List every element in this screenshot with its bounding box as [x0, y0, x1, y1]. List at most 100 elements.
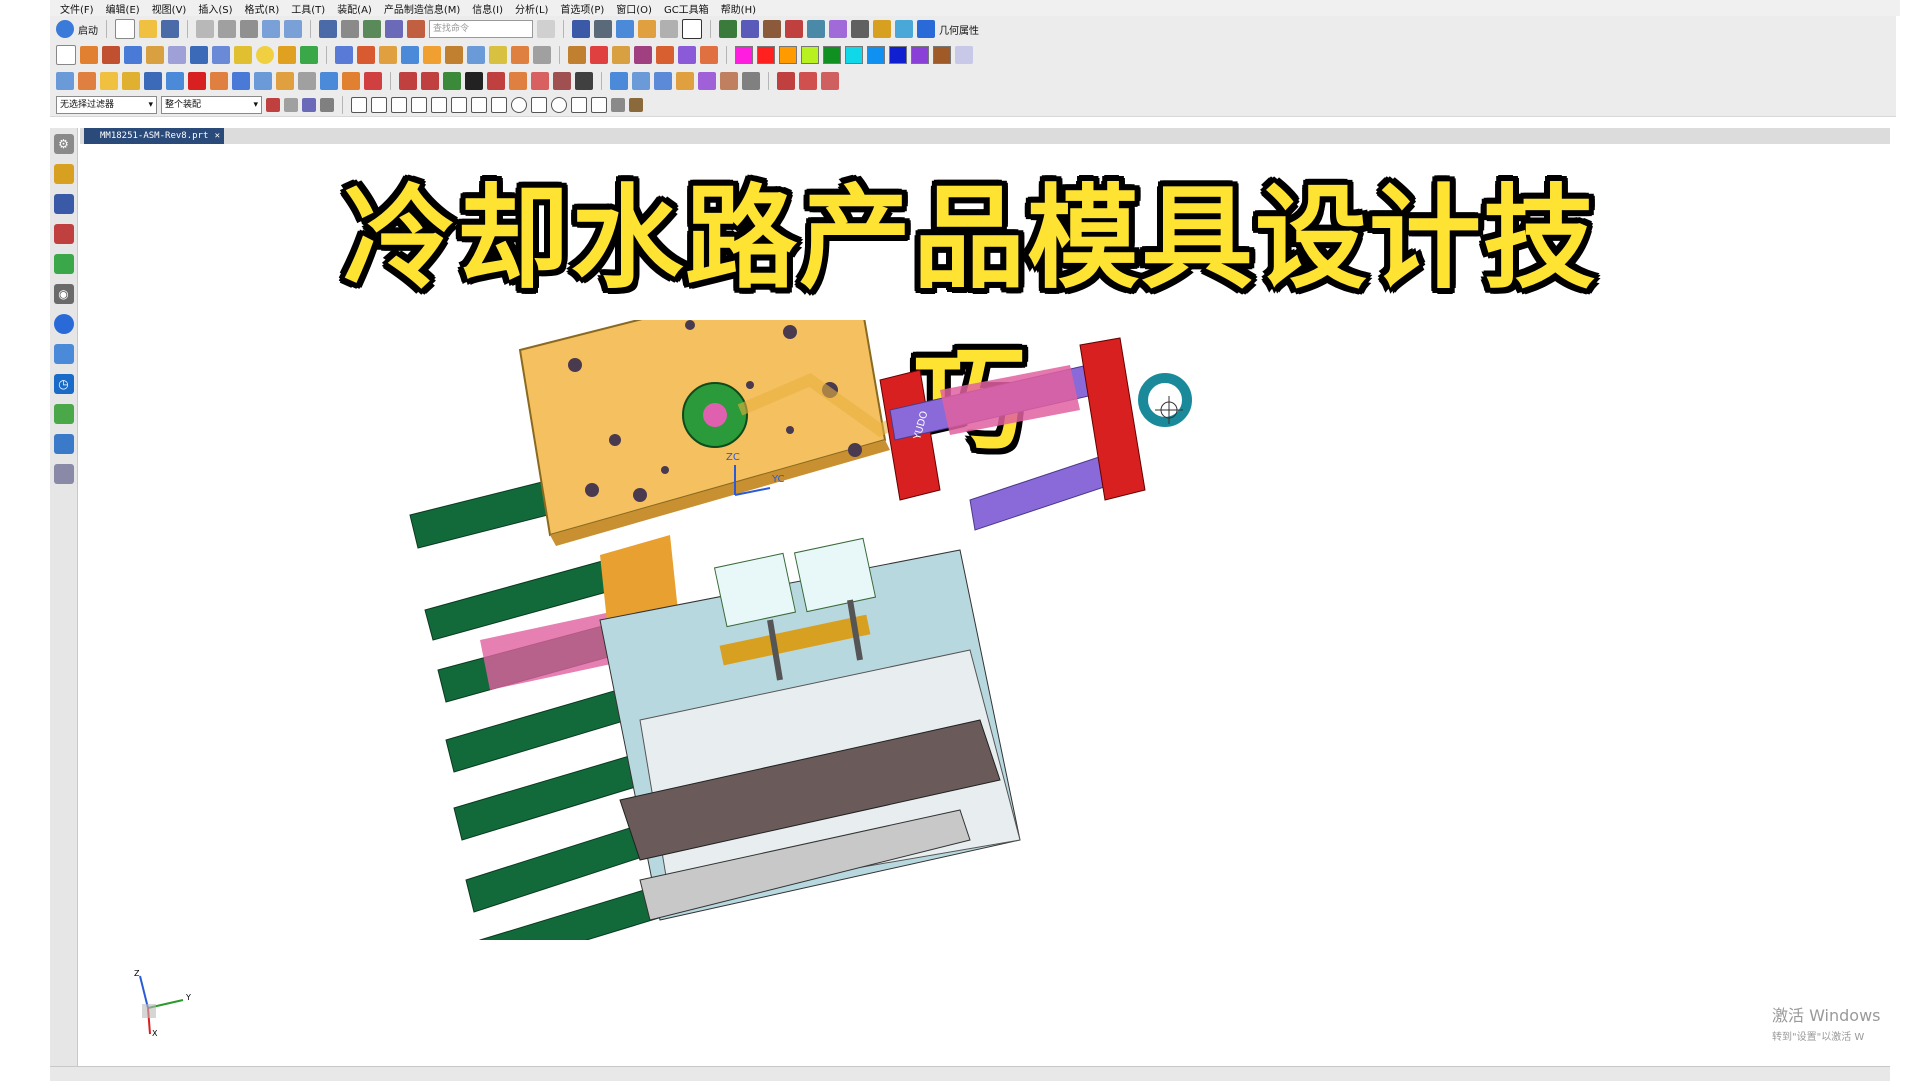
select-all-icon[interactable] — [302, 98, 316, 112]
cut-icon[interactable] — [196, 20, 214, 38]
extract-icon[interactable] — [100, 72, 118, 90]
visualization-icon[interactable]: ◉ — [53, 284, 74, 304]
curve-icon[interactable] — [56, 72, 74, 90]
subtract-icon[interactable] — [511, 46, 529, 64]
line-icon[interactable] — [399, 72, 417, 90]
component-icon[interactable] — [741, 20, 759, 38]
extrude-icon[interactable] — [80, 46, 98, 64]
join-curve-icon[interactable] — [553, 72, 571, 90]
color-swatch-magenta[interactable] — [735, 46, 753, 64]
assembly-navigator-icon[interactable] — [53, 164, 74, 184]
surface-icon[interactable] — [276, 72, 294, 90]
snap-quadrant-icon[interactable] — [451, 97, 467, 113]
face-blend-icon[interactable] — [821, 72, 839, 90]
split-body-icon[interactable] — [423, 46, 441, 64]
start-icon[interactable] — [56, 20, 74, 38]
part-navigator-icon[interactable] — [53, 224, 74, 244]
print-icon[interactable] — [341, 20, 359, 38]
menu-insert[interactable]: 插入(S) — [198, 1, 232, 16]
system-materials-icon[interactable] — [53, 404, 74, 424]
ellipse-icon[interactable] — [254, 72, 272, 90]
cone-icon[interactable] — [168, 46, 186, 64]
pad-icon[interactable] — [256, 46, 274, 64]
snap-on-surface-icon[interactable] — [591, 97, 607, 113]
slider-icon[interactable] — [634, 46, 652, 64]
internet-browser-icon[interactable] — [53, 314, 74, 334]
snap-point-icon[interactable] — [471, 97, 487, 113]
xsection-icon[interactable] — [364, 72, 382, 90]
reuse-library-icon[interactable] — [53, 254, 74, 274]
point-icon[interactable] — [298, 72, 316, 90]
hole-icon[interactable] — [212, 46, 230, 64]
snap-center-icon[interactable] — [431, 97, 447, 113]
constraint-navigator-icon[interactable] — [53, 194, 74, 214]
window-icon[interactable] — [385, 20, 403, 38]
thicken-icon[interactable] — [720, 72, 738, 90]
cube-view-icon[interactable] — [616, 20, 634, 38]
copy-icon[interactable] — [218, 20, 236, 38]
menu-tools[interactable]: 工具(T) — [291, 1, 325, 16]
arc-icon[interactable] — [421, 72, 439, 90]
redo-icon[interactable] — [284, 20, 302, 38]
f8-icon[interactable] — [342, 72, 360, 90]
measure-icon[interactable] — [407, 20, 425, 38]
offset-face-icon[interactable] — [445, 46, 463, 64]
polygon-icon[interactable] — [232, 72, 250, 90]
replace-face-icon[interactable] — [467, 46, 485, 64]
geometry-props-icon[interactable] — [917, 20, 935, 38]
clearance-icon[interactable] — [851, 20, 869, 38]
rectangle-select-icon[interactable] — [320, 98, 334, 112]
axis-icon[interactable] — [320, 72, 338, 90]
grid-icon[interactable] — [144, 72, 162, 90]
unite-icon[interactable] — [489, 46, 507, 64]
background-icon[interactable] — [682, 19, 702, 39]
mirror-icon[interactable] — [357, 46, 375, 64]
standard-part-icon[interactable] — [590, 46, 608, 64]
move-component-icon[interactable] — [785, 20, 803, 38]
undo-icon[interactable] — [262, 20, 280, 38]
text-icon[interactable] — [465, 72, 483, 90]
box-icon[interactable] — [188, 72, 206, 90]
cooling-icon[interactable] — [895, 20, 913, 38]
paste-icon[interactable] — [240, 20, 258, 38]
revolve-icon[interactable] — [102, 46, 120, 64]
color-swatch-cyan[interactable] — [845, 46, 863, 64]
pattern-icon[interactable] — [335, 46, 353, 64]
block-icon[interactable] — [124, 46, 142, 64]
menu-file[interactable]: 文件(F) — [60, 1, 94, 16]
runner-icon[interactable] — [678, 46, 696, 64]
blend-icon[interactable] — [300, 46, 318, 64]
assembly-icon[interactable] — [719, 20, 737, 38]
menu-window[interactable]: 窗口(O) — [616, 1, 652, 16]
menu-gc-toolkit[interactable]: GC工具箱 — [664, 1, 709, 16]
lifter-icon[interactable] — [656, 46, 674, 64]
process-studio-icon[interactable] — [53, 434, 74, 454]
snap-endpoint-icon[interactable] — [351, 97, 367, 113]
mold-assembly-model[interactable]: ZC YC YUDO — [380, 320, 1500, 940]
through-curves-icon[interactable] — [654, 72, 672, 90]
ejector-icon[interactable] — [612, 46, 630, 64]
datum-icon[interactable] — [166, 72, 184, 90]
snap-on-curve-icon[interactable] — [571, 97, 587, 113]
patch-icon[interactable] — [742, 72, 760, 90]
filter-reset-icon[interactable] — [284, 98, 298, 112]
rect-icon[interactable] — [210, 72, 228, 90]
shell-icon[interactable] — [379, 46, 397, 64]
snap-control-icon[interactable] — [391, 97, 407, 113]
edit-color-icon[interactable] — [955, 46, 973, 64]
menu-edit[interactable]: 编辑(E) — [106, 1, 140, 16]
transform-icon[interactable] — [363, 20, 381, 38]
save-as-icon[interactable] — [319, 20, 337, 38]
sketch-icon[interactable] — [56, 45, 76, 65]
color-swatch-lime[interactable] — [801, 46, 819, 64]
menu-assembly[interactable]: 装配(A) — [337, 1, 372, 16]
roles-icon[interactable] — [53, 464, 74, 484]
chamfer-icon[interactable] — [278, 46, 296, 64]
boss-icon[interactable] — [234, 46, 252, 64]
close-icon[interactable]: ✕ — [215, 128, 220, 144]
draft-icon[interactable] — [777, 72, 795, 90]
intersect-icon[interactable] — [533, 46, 551, 64]
sew-icon[interactable] — [698, 72, 716, 90]
snap-intersection-icon[interactable] — [411, 97, 427, 113]
color-swatch-sky-blue[interactable] — [867, 46, 885, 64]
